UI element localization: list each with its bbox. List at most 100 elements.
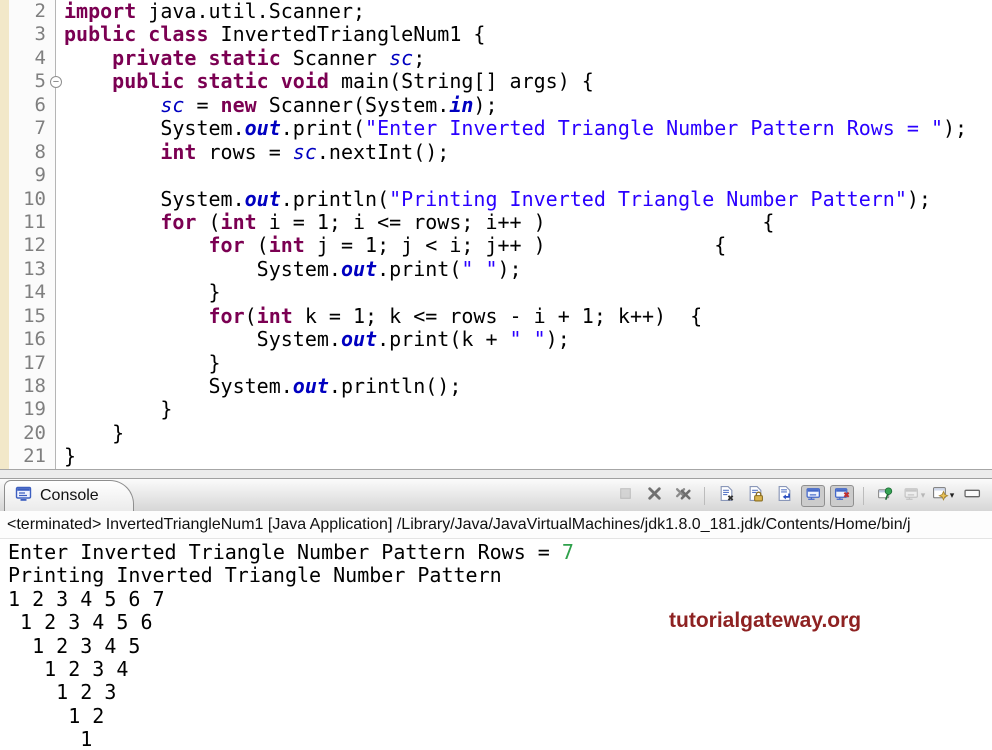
display-selected-console-button: ▾: [902, 485, 926, 507]
line-number: 3: [9, 23, 56, 46]
remove-all-terminated-button[interactable]: [671, 485, 695, 507]
code-text[interactable]: sc = new Scanner(System.in);: [56, 94, 498, 117]
code-text[interactable]: }: [56, 445, 76, 468]
line-number: 8: [9, 141, 56, 164]
code-text[interactable]: }: [56, 422, 124, 445]
code-text[interactable]: System.out.println();: [56, 375, 461, 398]
chevron-down-icon: ▾: [950, 490, 955, 501]
code-line[interactable]: 17 }: [0, 352, 992, 375]
line-number: 7: [9, 117, 56, 140]
code-line[interactable]: 19 }: [0, 398, 992, 421]
console-output-line: 1 2 3 4 5 6 7: [8, 588, 992, 611]
code-line[interactable]: 12 for (int j = 1; j < i; j++ ) {: [0, 234, 992, 257]
line-number: 13: [9, 258, 56, 281]
code-line[interactable]: 18 System.out.println();: [0, 375, 992, 398]
java-editor[interactable]: 2import java.util.Scanner;3public class …: [0, 0, 992, 469]
code-line[interactable]: 14 }: [0, 281, 992, 304]
code-text[interactable]: }: [56, 352, 221, 375]
line-number: 11: [9, 211, 56, 234]
terminated-process-label: <terminated> InvertedTriangleNum1 [Java …: [7, 516, 911, 534]
gutter-edge: [0, 398, 9, 421]
line-number: 15: [9, 305, 56, 328]
code-line[interactable]: 5 public static void main(String[] args)…: [0, 70, 992, 93]
code-line[interactable]: 20 }: [0, 422, 992, 445]
code-text[interactable]: public class InvertedTriangleNum1 {: [56, 23, 485, 46]
editor-console-splitter[interactable]: [0, 469, 992, 478]
code-line[interactable]: 15 for(int k = 1; k <= rows - i + 1; k++…: [0, 305, 992, 328]
code-line[interactable]: 4 private static Scanner sc;: [0, 47, 992, 70]
show-stdout-button[interactable]: [801, 485, 825, 507]
console-output-area[interactable]: Enter Inverted Triangle Number Pattern R…: [0, 539, 992, 750]
gutter-edge: [0, 258, 9, 281]
toolbar-separator: [863, 487, 864, 505]
code-line[interactable]: 21}: [0, 445, 992, 468]
code-text[interactable]: import java.util.Scanner;: [56, 0, 365, 23]
clear-console-icon: [718, 485, 735, 507]
tab-console[interactable]: Console: [4, 480, 134, 511]
code-text[interactable]: System.out.println("Printing Inverted Tr…: [56, 188, 931, 211]
scroll-lock-icon: [747, 485, 764, 507]
show-stdout-icon: [805, 485, 822, 507]
pin-console-button[interactable]: [873, 485, 897, 507]
code-line[interactable]: 2import java.util.Scanner;: [0, 0, 992, 23]
code-line[interactable]: 8 int rows = sc.nextInt();: [0, 141, 992, 164]
code-line[interactable]: 9: [0, 164, 992, 187]
code-text[interactable]: int rows = sc.nextInt();: [56, 141, 449, 164]
code-text[interactable]: public static void main(String[] args) {: [56, 70, 594, 93]
console-output-line: 1: [8, 728, 992, 750]
minimize-button[interactable]: [960, 485, 984, 507]
gutter-edge: [0, 94, 9, 117]
gutter-edge: [0, 211, 9, 234]
line-number: 2: [9, 0, 56, 23]
clear-console-button[interactable]: [714, 485, 738, 507]
code-line[interactable]: 6 sc = new Scanner(System.in);: [0, 94, 992, 117]
code-line[interactable]: 13 System.out.print(" ");: [0, 258, 992, 281]
open-console-button[interactable]: ▾: [931, 485, 955, 507]
console-toolbar: ▾▾: [613, 479, 984, 512]
word-wrap-button[interactable]: [772, 485, 796, 507]
word-wrap-icon: [776, 485, 793, 507]
remove-launch-icon: [646, 485, 663, 507]
console-output: Enter Inverted Triangle Number Pattern R…: [8, 541, 992, 750]
code-lines: 2import java.util.Scanner;3public class …: [0, 0, 992, 469]
console-output-line: 1 2 3 4 5: [8, 635, 992, 658]
remove-launch-button[interactable]: [642, 485, 666, 507]
gutter-edge: [0, 188, 9, 211]
gutter-edge: [0, 0, 9, 23]
console-output-line: 1 2 3: [8, 681, 992, 704]
gutter-edge: [0, 375, 9, 398]
line-number: 16: [9, 328, 56, 351]
gutter-edge: [0, 164, 9, 187]
eclipse-window: 2import java.util.Scanner;3public class …: [0, 0, 992, 750]
scroll-lock-button[interactable]: [743, 485, 767, 507]
code-line[interactable]: 10 System.out.println("Printing Inverted…: [0, 188, 992, 211]
gutter-edge: [0, 117, 9, 140]
gutter-edge: [0, 328, 9, 351]
code-text[interactable]: for (int j = 1; j < i; j++ ) {: [56, 234, 726, 257]
show-stderr-button[interactable]: [830, 485, 854, 507]
remove-all-terminated-icon: [675, 485, 692, 507]
line-number: 19: [9, 398, 56, 421]
code-text[interactable]: private static Scanner sc;: [56, 47, 425, 70]
show-stderr-icon: [834, 485, 851, 507]
line-number: 9: [9, 164, 56, 187]
code-text[interactable]: System.out.print("Enter Inverted Triangl…: [56, 117, 967, 140]
code-text[interactable]: }: [56, 281, 221, 304]
code-line[interactable]: 7 System.out.print("Enter Inverted Trian…: [0, 117, 992, 140]
code-line[interactable]: 3public class InvertedTriangleNum1 {: [0, 23, 992, 46]
gutter-edge: [0, 445, 9, 468]
gutter-edge: [0, 23, 9, 46]
code-text[interactable]: [56, 164, 64, 187]
code-line[interactable]: 11 for (int i = 1; i <= rows; i++ ) {: [0, 211, 992, 234]
code-text[interactable]: for(int k = 1; k <= rows - i + 1; k++) {: [56, 305, 702, 328]
terminate-icon: [617, 485, 634, 507]
code-text[interactable]: System.out.print(" ");: [56, 258, 522, 281]
code-line[interactable]: 16 System.out.print(k + " ");: [0, 328, 992, 351]
code-text[interactable]: }: [56, 398, 172, 421]
line-number: 17: [9, 352, 56, 375]
gutter-edge: [0, 141, 9, 164]
line-number: 18: [9, 375, 56, 398]
display-selected-console-icon: [903, 485, 920, 507]
code-text[interactable]: System.out.print(k + " ");: [56, 328, 570, 351]
code-text[interactable]: for (int i = 1; i <= rows; i++ ) {: [56, 211, 774, 234]
